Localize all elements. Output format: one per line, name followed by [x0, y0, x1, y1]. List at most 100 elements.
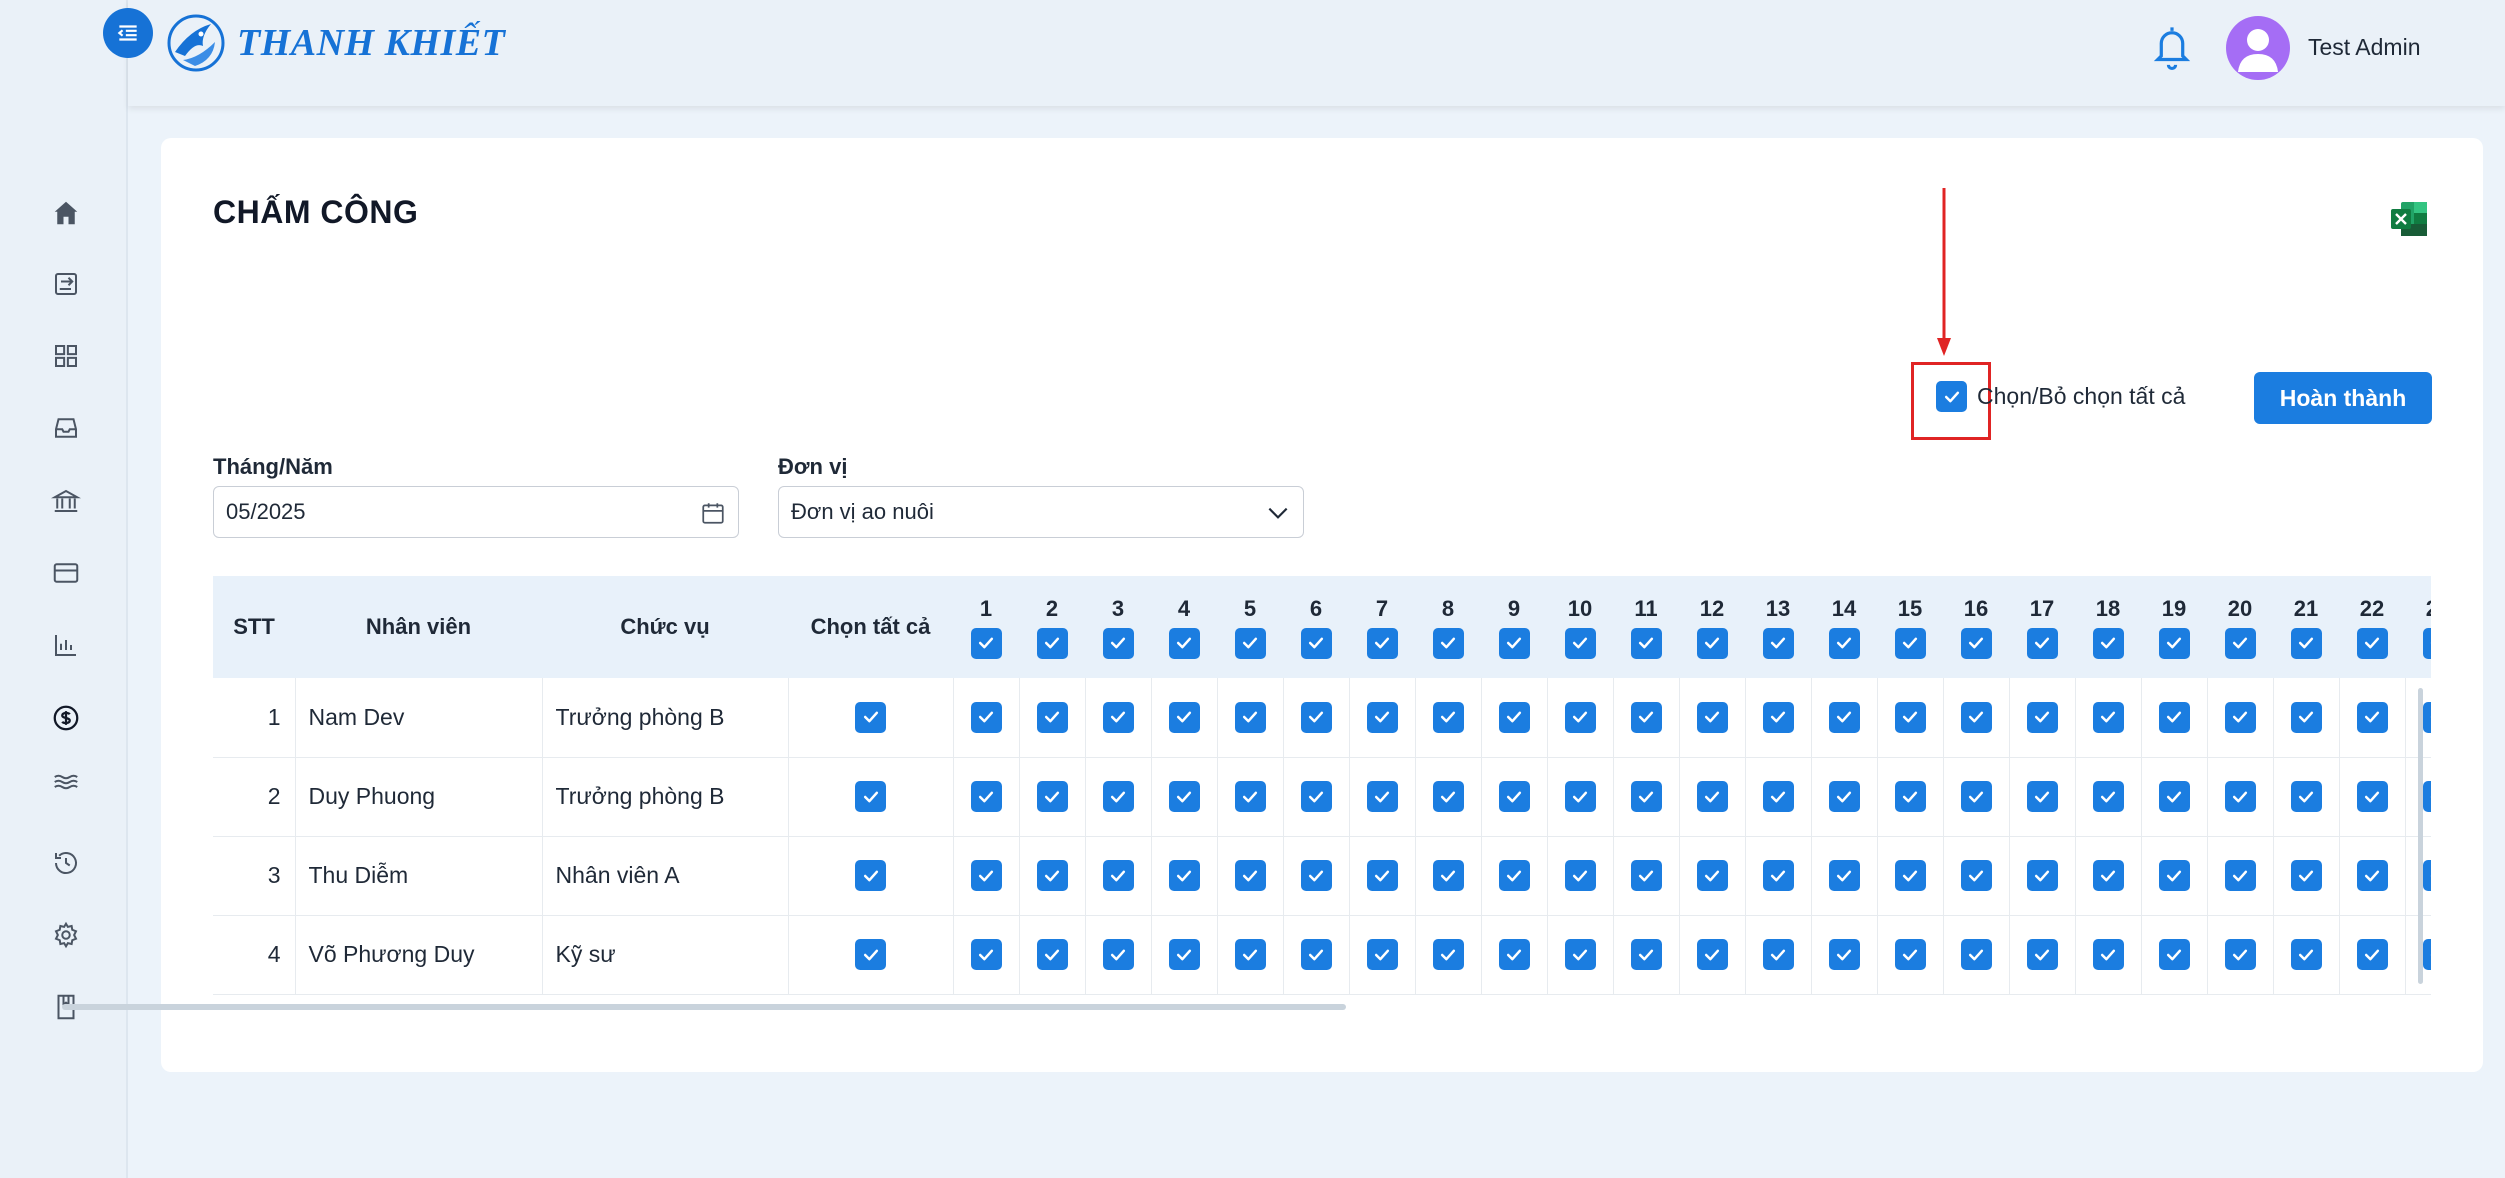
vertical-scrollbar[interactable] [2418, 688, 2423, 984]
attendance-checkbox[interactable] [1234, 781, 1266, 812]
day-select-checkbox[interactable] [1696, 627, 1728, 659]
bar-chart-icon[interactable] [48, 627, 84, 663]
attendance-checkbox[interactable] [1894, 781, 1926, 812]
day-select-checkbox[interactable] [2158, 627, 2190, 659]
day-select-checkbox[interactable] [2290, 627, 2322, 659]
attendance-checkbox[interactable] [2356, 860, 2388, 891]
attendance-checkbox[interactable] [1894, 939, 1926, 970]
done-button[interactable]: Hoàn thành [2254, 372, 2432, 424]
dollar-icon[interactable] [48, 700, 84, 736]
attendance-checkbox[interactable] [1036, 701, 1068, 733]
attendance-checkbox[interactable] [1762, 860, 1794, 891]
menu-toggle-button[interactable] [103, 8, 153, 58]
attendance-checkbox[interactable] [2290, 860, 2322, 891]
attendance-checkbox[interactable] [1366, 860, 1398, 891]
attendance-checkbox[interactable] [1564, 860, 1596, 891]
attendance-checkbox[interactable] [1960, 781, 1992, 812]
attendance-checkbox[interactable] [1036, 939, 1068, 970]
day-select-checkbox[interactable] [970, 627, 1002, 659]
attendance-checkbox[interactable] [2158, 781, 2190, 812]
attendance-checkbox[interactable] [1960, 701, 1992, 733]
day-select-checkbox[interactable] [2224, 627, 2256, 659]
waves-icon[interactable] [48, 764, 84, 800]
attendance-checkbox[interactable] [1432, 939, 1464, 970]
attendance-checkbox[interactable] [2026, 860, 2058, 891]
day-select-checkbox[interactable] [1564, 627, 1596, 659]
settings-icon[interactable] [48, 917, 84, 953]
attendance-checkbox[interactable] [1762, 701, 1794, 733]
day-select-checkbox[interactable] [1828, 627, 1860, 659]
attendance-checkbox[interactable] [1300, 781, 1332, 812]
day-select-checkbox[interactable] [1366, 627, 1398, 659]
attendance-checkbox[interactable] [2092, 781, 2124, 812]
attendance-checkbox[interactable] [1564, 781, 1596, 812]
history-icon[interactable] [48, 845, 84, 881]
attendance-checkbox[interactable] [1102, 860, 1134, 891]
home-icon[interactable] [48, 195, 84, 231]
attendance-checkbox[interactable] [1036, 781, 1068, 812]
attendance-checkbox[interactable] [1300, 860, 1332, 891]
user-name[interactable]: Test Admin [2308, 34, 2421, 61]
day-select-checkbox[interactable] [1960, 627, 1992, 659]
day-select-checkbox[interactable] [2422, 627, 2431, 659]
attendance-checkbox[interactable] [1498, 701, 1530, 733]
attendance-checkbox[interactable] [1564, 701, 1596, 733]
attendance-checkbox[interactable] [1168, 781, 1200, 812]
attendance-table-container[interactable]: STT Nhân viên Chức vụ Chọn tất cả 1 2 3 4 5 6 7 8 9 1… [213, 576, 2431, 1018]
attendance-checkbox[interactable] [2356, 701, 2388, 733]
attendance-checkbox[interactable] [1696, 939, 1728, 970]
attendance-checkbox[interactable] [1762, 939, 1794, 970]
attendance-checkbox[interactable] [2158, 701, 2190, 733]
notification-bell-icon[interactable] [2150, 22, 2194, 72]
attendance-checkbox[interactable] [1234, 701, 1266, 733]
attendance-checkbox[interactable] [2290, 781, 2322, 812]
day-select-checkbox[interactable] [2092, 627, 2124, 659]
attendance-checkbox[interactable] [2290, 701, 2322, 733]
card-icon[interactable] [48, 555, 84, 591]
day-select-checkbox[interactable] [1630, 627, 1662, 659]
row-select-all-checkbox[interactable] [855, 781, 886, 812]
attendance-checkbox[interactable] [1828, 939, 1860, 970]
month-year-picker[interactable]: 05/2025 [213, 486, 739, 538]
attendance-checkbox[interactable] [2026, 701, 2058, 733]
attendance-checkbox[interactable] [1168, 701, 1200, 733]
attendance-checkbox[interactable] [970, 860, 1002, 891]
attendance-checkbox[interactable] [1696, 860, 1728, 891]
attendance-checkbox[interactable] [2224, 939, 2256, 970]
attendance-checkbox[interactable] [1102, 939, 1134, 970]
excel-export-icon[interactable] [2389, 200, 2429, 238]
attendance-checkbox[interactable] [970, 701, 1002, 733]
attendance-checkbox[interactable] [1234, 939, 1266, 970]
inbox-icon[interactable] [48, 410, 84, 446]
select-all-toggle[interactable]: Chọn/Bỏ chọn tất cả [1936, 381, 2185, 412]
select-all-checkbox[interactable] [1936, 381, 1967, 412]
horizontal-scrollbar[interactable] [62, 1004, 1346, 1010]
day-select-checkbox[interactable] [1102, 627, 1134, 659]
attendance-checkbox[interactable] [2026, 781, 2058, 812]
attendance-checkbox[interactable] [2422, 781, 2431, 812]
attendance-checkbox[interactable] [970, 939, 1002, 970]
attendance-checkbox[interactable] [1498, 781, 1530, 812]
attendance-checkbox[interactable] [2092, 860, 2124, 891]
attendance-checkbox[interactable] [2224, 701, 2256, 733]
day-select-checkbox[interactable] [1432, 627, 1464, 659]
day-select-checkbox[interactable] [1234, 627, 1266, 659]
attendance-checkbox[interactable] [1630, 939, 1662, 970]
day-select-checkbox[interactable] [1168, 627, 1200, 659]
attendance-checkbox[interactable] [1762, 781, 1794, 812]
attendance-checkbox[interactable] [1828, 860, 1860, 891]
attendance-checkbox[interactable] [1234, 860, 1266, 891]
attendance-checkbox[interactable] [2092, 701, 2124, 733]
attendance-checkbox[interactable] [1300, 939, 1332, 970]
unit-select[interactable]: Đơn vị ao nuôi [778, 486, 1304, 538]
transfer-icon[interactable] [48, 266, 84, 302]
attendance-checkbox[interactable] [1630, 860, 1662, 891]
avatar[interactable] [2226, 16, 2290, 80]
day-select-checkbox[interactable] [1762, 627, 1794, 659]
attendance-checkbox[interactable] [2026, 939, 2058, 970]
attendance-checkbox[interactable] [1696, 781, 1728, 812]
attendance-checkbox[interactable] [1960, 860, 1992, 891]
attendance-checkbox[interactable] [2224, 781, 2256, 812]
attendance-checkbox[interactable] [2356, 939, 2388, 970]
row-select-all-checkbox[interactable] [855, 860, 886, 891]
